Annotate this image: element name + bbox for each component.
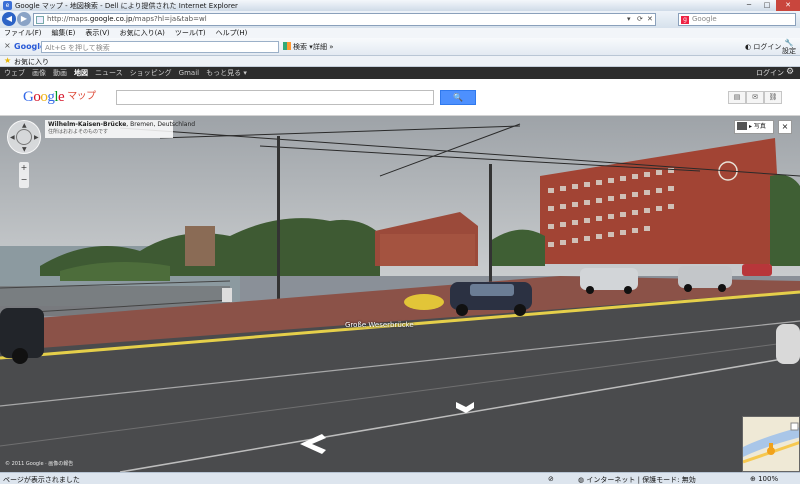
toolbar-search-placeholder: Alt+G を押して検索: [45, 44, 110, 52]
address-city: , Bremen, Deutschland: [126, 121, 196, 128]
photo-button[interactable]: ▸ 写真: [734, 120, 774, 134]
nav-news[interactable]: ニュース: [95, 68, 123, 78]
toolbar-detail-button[interactable]: 詳細 »: [313, 42, 334, 52]
address-row: ◀ ▶ http://maps.google.co.jp/maps?hl=ja&…: [0, 11, 800, 28]
email-button[interactable]: ✉: [746, 91, 764, 104]
menu-edit[interactable]: 編集(E): [52, 28, 76, 38]
close-button[interactable]: ✕: [776, 0, 800, 11]
window-controls: ─ □ ✕: [740, 0, 800, 11]
star-icon: ★: [4, 56, 12, 65]
nav-shopping[interactable]: ショッピング: [130, 68, 172, 78]
toolbar-search-button[interactable]: 検索 ▾: [283, 42, 313, 52]
zoom-out-button[interactable]: −: [19, 174, 29, 186]
google-maps-logo[interactable]: Google マップ: [23, 87, 96, 106]
address-street: Wilhelm-Kaisen-Brücke: [48, 121, 127, 128]
street-view-image: [0, 116, 800, 472]
pan-left-icon[interactable]: ◀: [10, 134, 15, 141]
printer-icon: ▤: [733, 93, 741, 101]
zoom-icon: ⊕: [750, 475, 759, 483]
privacy-icon[interactable]: ⊘: [548, 475, 554, 483]
favorites-bar: ★ お気に入り: [0, 56, 800, 67]
status-bar: ページが表示されました ⊘ ◍ インターネット | 保護モード: 無効 ⊕ 10…: [0, 472, 800, 484]
forward-button[interactable]: ▶: [17, 12, 31, 26]
zoom-in-button[interactable]: +: [19, 162, 29, 174]
minimize-button[interactable]: ─: [740, 0, 758, 11]
nav-more[interactable]: もっと見る ▾: [206, 68, 247, 78]
nav-web[interactable]: ウェブ: [4, 68, 25, 78]
status-text: ページが表示されました: [3, 476, 80, 484]
maximize-button[interactable]: □: [758, 0, 776, 11]
maps-header: Google マップ 🔍 ▤ ✉ ⛓: [0, 79, 800, 116]
window-title: Google マップ - 地図検索 - Dell により提供された Intern…: [15, 2, 238, 10]
street-view-panorama[interactable]: ▲ ▼ ◀ ▶ + − Wilhelm-Kaisen-Brücke, Breme…: [0, 116, 800, 472]
menu-bar: ファイル(F) 編集(E) 表示(V) お気に入り(A) ツール(T) ヘルプ(…: [0, 28, 800, 38]
google-search-icon: g: [681, 16, 689, 24]
menu-help[interactable]: ヘルプ(H): [216, 28, 248, 38]
search-icon: [283, 42, 291, 50]
menu-favorites[interactable]: お気に入り(A): [120, 28, 165, 38]
street-view-navigation-control[interactable]: ▲ ▼ ◀ ▶: [7, 120, 41, 154]
toolbar-settings-button[interactable]: 🔧 設定: [782, 39, 796, 55]
copyright-text: © 2011 Google · 画像の報告: [5, 461, 74, 467]
browser-search-box[interactable]: g Google: [678, 13, 796, 26]
nav-maps[interactable]: 地図: [74, 68, 88, 78]
favorites-button[interactable]: お気に入り: [14, 57, 49, 67]
link-icon: ⛓: [768, 93, 778, 101]
gear-icon[interactable]: ⚙: [786, 67, 794, 78]
internet-zone[interactable]: ◍ インターネット | 保護モード: 無効: [578, 475, 696, 484]
maps-search-button[interactable]: 🔍: [440, 90, 476, 105]
toolbar-close-icon[interactable]: ×: [4, 41, 11, 50]
menu-view[interactable]: 表示(V): [85, 28, 109, 38]
menu-file[interactable]: ファイル(F): [4, 28, 42, 38]
street-view-address-box: Wilhelm-Kaisen-Brücke, Bremen, Deutschla…: [45, 120, 195, 138]
pan-ring[interactable]: [16, 129, 32, 145]
mini-map[interactable]: [742, 416, 800, 472]
maps-search-input[interactable]: [116, 90, 434, 105]
camera-icon: [737, 122, 747, 130]
nav-gmail[interactable]: Gmail: [179, 68, 199, 78]
address-note: 住所はおおよそのものです: [48, 129, 109, 135]
envelope-icon: ✉: [752, 93, 758, 101]
address-field[interactable]: http://maps.google.co.jp/maps?hl=ja&tab=…: [33, 13, 656, 26]
address-url: http://maps.google.co.jp/maps?hl=ja&tab=…: [47, 15, 207, 23]
google-nav-links: ウェブ 画像 動画 地図 ニュース ショッピング Gmail もっと見る ▾: [4, 68, 247, 78]
print-button[interactable]: ▤: [728, 91, 746, 104]
nav-images[interactable]: 画像: [32, 68, 46, 78]
pan-down-icon[interactable]: ▼: [22, 146, 27, 153]
menu-tools[interactable]: ツール(T): [175, 28, 206, 38]
dropdown-icon[interactable]: ▾: [627, 15, 631, 23]
back-button[interactable]: ◀: [2, 12, 16, 26]
street-view-close-button[interactable]: ×: [778, 120, 792, 134]
refresh-icon[interactable]: ⟳: [637, 15, 643, 23]
street-view-zoom-control: + −: [19, 162, 29, 188]
google-nav-bar: ウェブ 画像 動画 地図 ニュース ショッピング Gmail もっと見る ▾ ロ…: [0, 67, 800, 79]
mini-map-image: [743, 417, 799, 471]
zoom-level[interactable]: ⊕ 100%: [750, 475, 778, 483]
nav-login-link[interactable]: ログイン: [756, 68, 784, 78]
nav-videos[interactable]: 動画: [53, 68, 67, 78]
page-icon: [36, 16, 44, 24]
toolbar-search-input[interactable]: Alt+G を押して検索: [41, 41, 279, 53]
link-button[interactable]: ⛓: [764, 91, 782, 104]
toolbar-login-button[interactable]: ◐ ログイン: [745, 42, 781, 52]
stop-icon[interactable]: ✕: [647, 15, 653, 23]
google-toolbar: × Google Alt+G を押して検索 検索 ▾ 詳細 » ◐ ログイン 🔧…: [0, 38, 800, 56]
wrench-icon: 🔧: [784, 39, 794, 47]
browser-search-placeholder: Google: [692, 15, 717, 23]
road-label: Große Weserbrücke: [345, 321, 414, 329]
pan-right-icon[interactable]: ▶: [34, 134, 39, 141]
pan-up-icon[interactable]: ▲: [22, 122, 27, 129]
magnifier-icon: 🔍: [453, 93, 463, 102]
ie-icon: e: [3, 1, 12, 10]
window-title-bar: e Google マップ - 地図検索 - Dell により提供された Inte…: [0, 0, 800, 11]
